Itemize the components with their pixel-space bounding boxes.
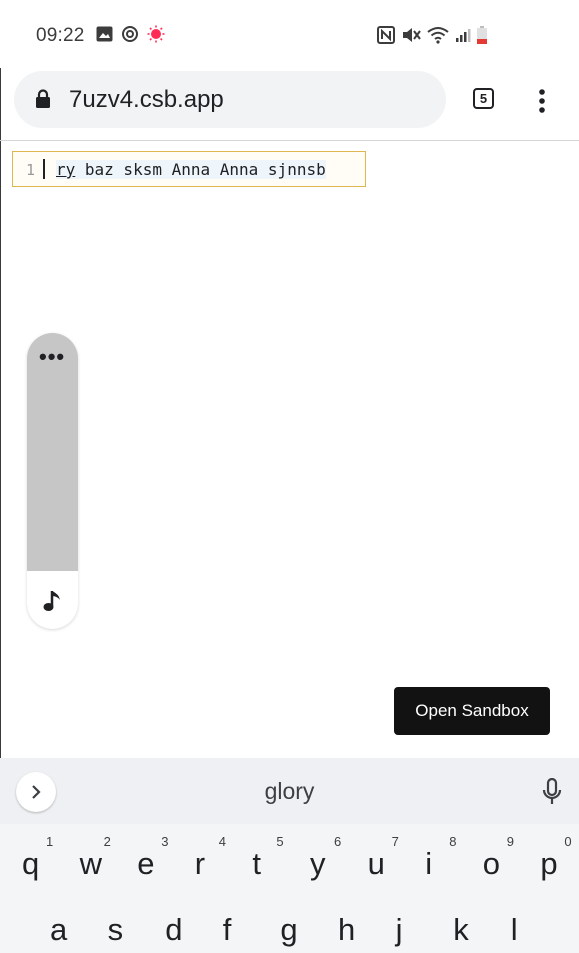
key-d[interactable]: d bbox=[165, 890, 222, 950]
key-letter: u bbox=[367, 846, 385, 881]
nfc-icon bbox=[377, 26, 395, 44]
image-icon bbox=[96, 26, 113, 42]
key-letter: i bbox=[425, 846, 433, 881]
toolbar-divider bbox=[0, 140, 579, 141]
suggestion-word[interactable]: glory bbox=[0, 778, 579, 805]
status-bar: 09:22 bbox=[0, 0, 579, 68]
key-letter: o bbox=[482, 846, 501, 881]
signal-icon bbox=[456, 29, 471, 42]
key-letter: t bbox=[252, 846, 262, 881]
key-letter: a bbox=[50, 912, 68, 947]
key-letter: g bbox=[280, 912, 298, 947]
suggestion-bar: glory bbox=[0, 758, 579, 824]
sync-icon bbox=[122, 26, 138, 42]
status-left-icons bbox=[96, 25, 165, 43]
key-j[interactable]: j bbox=[396, 890, 453, 950]
music-note-icon[interactable] bbox=[41, 589, 63, 613]
key-letter: r bbox=[194, 846, 206, 881]
key-k[interactable]: k bbox=[453, 890, 510, 950]
mic-icon[interactable] bbox=[541, 778, 563, 806]
key-a[interactable]: a bbox=[50, 890, 107, 950]
lock-icon bbox=[36, 89, 50, 108]
key-i[interactable]: 8i bbox=[425, 824, 482, 884]
overflow-menu-icon[interactable] bbox=[538, 89, 546, 113]
key-s[interactable]: s bbox=[108, 890, 165, 950]
text-caret bbox=[43, 159, 45, 179]
panel-bottom-section[interactable] bbox=[27, 571, 78, 629]
key-e[interactable]: 3e bbox=[137, 824, 194, 884]
key-p[interactable]: 0p bbox=[540, 824, 579, 884]
more-dots-icon[interactable]: ••• bbox=[39, 346, 65, 368]
key-letter: w bbox=[79, 846, 102, 881]
key-letter: e bbox=[137, 846, 155, 881]
soft-keyboard: glory 1q2w3e4r5t6y7u8i9o0p a s d f g h j k l bbox=[0, 758, 579, 953]
key-letter: h bbox=[338, 912, 356, 947]
key-y[interactable]: 6y bbox=[310, 824, 367, 884]
record-icon bbox=[147, 25, 165, 43]
key-g[interactable]: g bbox=[280, 890, 337, 950]
keys-area: 1q2w3e4r5t6y7u8i9o0p a s d f g h j k l bbox=[0, 824, 579, 953]
key-letter: y bbox=[310, 846, 326, 881]
wifi-icon bbox=[427, 27, 449, 44]
key-h[interactable]: h bbox=[338, 890, 395, 950]
floating-side-panel[interactable]: ••• bbox=[27, 333, 78, 629]
key-t[interactable]: 5t bbox=[252, 824, 309, 884]
key-u[interactable]: 7u bbox=[368, 824, 425, 884]
key-letter: q bbox=[22, 846, 40, 881]
key-l[interactable]: l bbox=[511, 890, 568, 950]
status-right-icons bbox=[377, 26, 487, 44]
key-letter: p bbox=[540, 846, 558, 881]
editor-active-line[interactable]: 1 ry baz sksm Anna Anna sjnnsb bbox=[12, 151, 366, 187]
key-letter: d bbox=[165, 912, 183, 947]
code-text[interactable]: ry baz sksm Anna Anna sjnnsb bbox=[56, 160, 326, 179]
tab-switcher-button[interactable]: 5 bbox=[473, 88, 494, 109]
key-letter: s bbox=[107, 912, 124, 947]
key-r[interactable]: 4r bbox=[195, 824, 252, 884]
key-letter: k bbox=[453, 912, 469, 947]
code-rest: baz sksm Anna Anna sjnnsb bbox=[75, 160, 326, 179]
open-sandbox-button[interactable]: Open Sandbox bbox=[394, 687, 550, 735]
key-o[interactable]: 9o bbox=[483, 824, 540, 884]
key-letter: f bbox=[222, 912, 232, 947]
key-letter: j bbox=[395, 912, 403, 947]
key-w[interactable]: 2w bbox=[80, 824, 137, 884]
key-letter: l bbox=[510, 912, 518, 947]
key-f[interactable]: f bbox=[223, 890, 280, 950]
mute-icon bbox=[403, 28, 421, 42]
composing-word: ry bbox=[56, 160, 76, 179]
key-q[interactable]: 1q bbox=[22, 824, 79, 884]
line-number: 1 bbox=[26, 161, 36, 179]
url-text: 7uzv4.csb.app bbox=[69, 86, 224, 113]
address-bar[interactable]: 7uzv4.csb.app bbox=[14, 71, 446, 128]
battery-icon bbox=[477, 26, 487, 44]
status-time: 09:22 bbox=[36, 25, 85, 46]
